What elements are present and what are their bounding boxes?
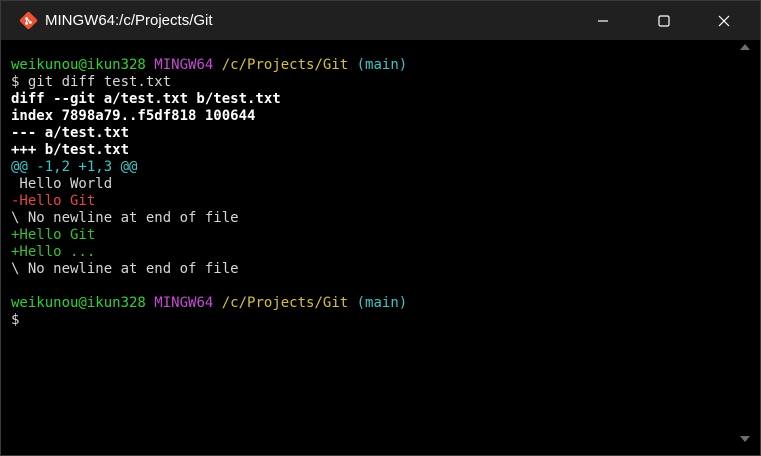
prompt-line: weikunou@ikun328 MINGW64 /c/Projects/Git… — [11, 295, 731, 312]
git-logo-icon — [19, 11, 38, 30]
diff-old-file-line: --- a/test.txt — [11, 125, 130, 141]
minimize-button[interactable] — [574, 1, 632, 40]
command-line: $ git diff test.txt — [11, 74, 172, 90]
diff-hunk-header: @@ -1,2 +1,3 @@ — [11, 159, 138, 175]
prompt-system: MINGW64 — [154, 57, 214, 73]
maximize-icon — [658, 14, 670, 27]
diff-no-newline-notice: \ No newline at end of file — [11, 261, 239, 277]
close-button[interactable] — [695, 1, 753, 40]
diff-header-line: diff --git a/test.txt b/test.txt — [11, 91, 281, 107]
prompt-branch: (main) — [356, 57, 408, 73]
diff-removed-line: -Hello Git — [11, 193, 96, 209]
prompt-line: weikunou@ikun328 MINGW64 /c/Projects/Git… — [11, 57, 731, 74]
maximize-button[interactable] — [635, 1, 693, 40]
scroll-up-arrow-icon[interactable] — [740, 44, 750, 50]
minimize-icon — [598, 19, 608, 22]
title-bar[interactable]: MINGW64:/c/Projects/Git — [1, 1, 760, 40]
diff-index-line: index 7898a79..f5df818 100644 — [11, 108, 256, 124]
diff-context-line: Hello World — [11, 176, 113, 192]
vertical-scrollbar[interactable] — [736, 40, 753, 454]
prompt-symbol: $ — [11, 312, 20, 328]
prompt-branch: (main) — [356, 295, 408, 311]
scroll-down-arrow-icon[interactable] — [740, 436, 750, 442]
diff-no-newline-notice: \ No newline at end of file — [11, 210, 239, 226]
prompt-path: /c/Projects/Git — [221, 295, 349, 311]
diff-new-file-line: +++ b/test.txt — [11, 142, 130, 158]
window-title: MINGW64:/c/Projects/Git — [45, 12, 213, 29]
prompt-path: /c/Projects/Git — [221, 57, 349, 73]
diff-added-line: +Hello ... — [11, 244, 96, 260]
terminal-window: MINGW64:/c/Projects/Git weikunou@ikun328… — [0, 0, 761, 456]
prompt-user-host: weikunou@ikun328 — [11, 57, 146, 73]
prompt-system: MINGW64 — [154, 295, 214, 311]
close-icon — [718, 15, 730, 26]
terminal-output[interactable]: weikunou@ikun328 MINGW64 /c/Projects/Git… — [11, 57, 731, 329]
diff-added-line: +Hello Git — [11, 227, 96, 243]
prompt-user-host: weikunou@ikun328 — [11, 295, 146, 311]
input-prompt[interactable]: $ — [11, 312, 731, 329]
